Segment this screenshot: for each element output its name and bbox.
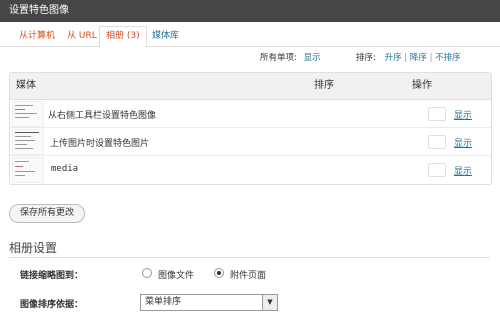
no-sort-link[interactable]: 不排序 bbox=[435, 53, 461, 63]
sort-controls: 排序: 升序 | 降序 | 不排序 bbox=[356, 51, 461, 63]
sort-separator: | bbox=[429, 53, 433, 63]
order-by-select[interactable]: 菜单排序 ▼ bbox=[140, 294, 278, 311]
gallery-table: 媒体 排序 操作 从右侧工具栏设置特色图像 显示 上传图片时设置特色图片 显示 … bbox=[9, 72, 492, 185]
section-divider bbox=[9, 257, 490, 258]
dialog-title-bar: 设置特色图像 bbox=[0, 0, 500, 22]
table-row: 上传图片时设置特色图片 显示 bbox=[10, 128, 491, 156]
order-by-value: 菜单排序 bbox=[145, 297, 182, 307]
column-actions: 操作 bbox=[412, 80, 432, 91]
show-link[interactable]: 显示 bbox=[454, 108, 472, 121]
sort-asc-link[interactable]: 升序 bbox=[385, 53, 402, 63]
dialog-title: 设置特色图像 bbox=[9, 5, 69, 16]
tab-gallery[interactable]: 相册 (3) bbox=[99, 26, 147, 48]
save-all-changes-button[interactable]: 保存所有更改 bbox=[9, 204, 85, 223]
menu-order-input[interactable] bbox=[428, 163, 446, 177]
media-title: media bbox=[51, 164, 79, 174]
column-media: 媒体 bbox=[16, 80, 36, 91]
media-thumbnail bbox=[12, 129, 44, 155]
link-thumbnails-label: 链接缩略图到： bbox=[20, 271, 84, 281]
media-thumbnail bbox=[12, 101, 44, 127]
media-thumbnail bbox=[12, 157, 44, 183]
sort-desc-link[interactable]: 降序 bbox=[410, 53, 427, 63]
dropdown-arrow-icon: ▼ bbox=[262, 295, 277, 310]
media-title: 从右侧工具栏设置特色图像 bbox=[48, 111, 157, 121]
menu-order-input[interactable] bbox=[428, 107, 446, 121]
tab-media-library[interactable]: 媒体库 bbox=[152, 27, 179, 46]
radio-image-file-label: 图像文件 bbox=[158, 271, 195, 281]
order-by-label: 图像排序依据： bbox=[20, 300, 84, 310]
radio-attachment-page[interactable] bbox=[214, 268, 224, 278]
gallery-settings-title: 相册设置 bbox=[9, 241, 58, 255]
all-items-label: 所有单项: bbox=[260, 53, 297, 63]
table-row: 从右侧工具栏设置特色图像 显示 bbox=[10, 100, 491, 128]
table-header: 媒体 排序 操作 bbox=[10, 73, 491, 100]
column-order: 排序 bbox=[314, 80, 334, 91]
show-link[interactable]: 显示 bbox=[454, 136, 472, 149]
tab-from-url[interactable]: 从 URL bbox=[67, 27, 97, 46]
media-title: 上传图片时设置特色图片 bbox=[50, 139, 150, 149]
all-items-control: 所有单项: 显示 bbox=[260, 51, 321, 63]
show-link[interactable]: 显示 bbox=[454, 164, 472, 177]
sort-label: 排序: bbox=[356, 53, 376, 63]
radio-image-file[interactable] bbox=[142, 268, 152, 278]
tab-from-computer[interactable]: 从计算机 bbox=[19, 27, 55, 46]
show-all-link[interactable]: 显示 bbox=[304, 53, 321, 63]
menu-order-input[interactable] bbox=[428, 135, 446, 149]
table-row: media 显示 bbox=[10, 156, 491, 183]
media-tabs: 从计算机 从 URL 相册 (3) 媒体库 bbox=[0, 22, 500, 48]
radio-attachment-page-label: 附件页面 bbox=[230, 271, 267, 281]
sort-separator: | bbox=[404, 53, 408, 63]
